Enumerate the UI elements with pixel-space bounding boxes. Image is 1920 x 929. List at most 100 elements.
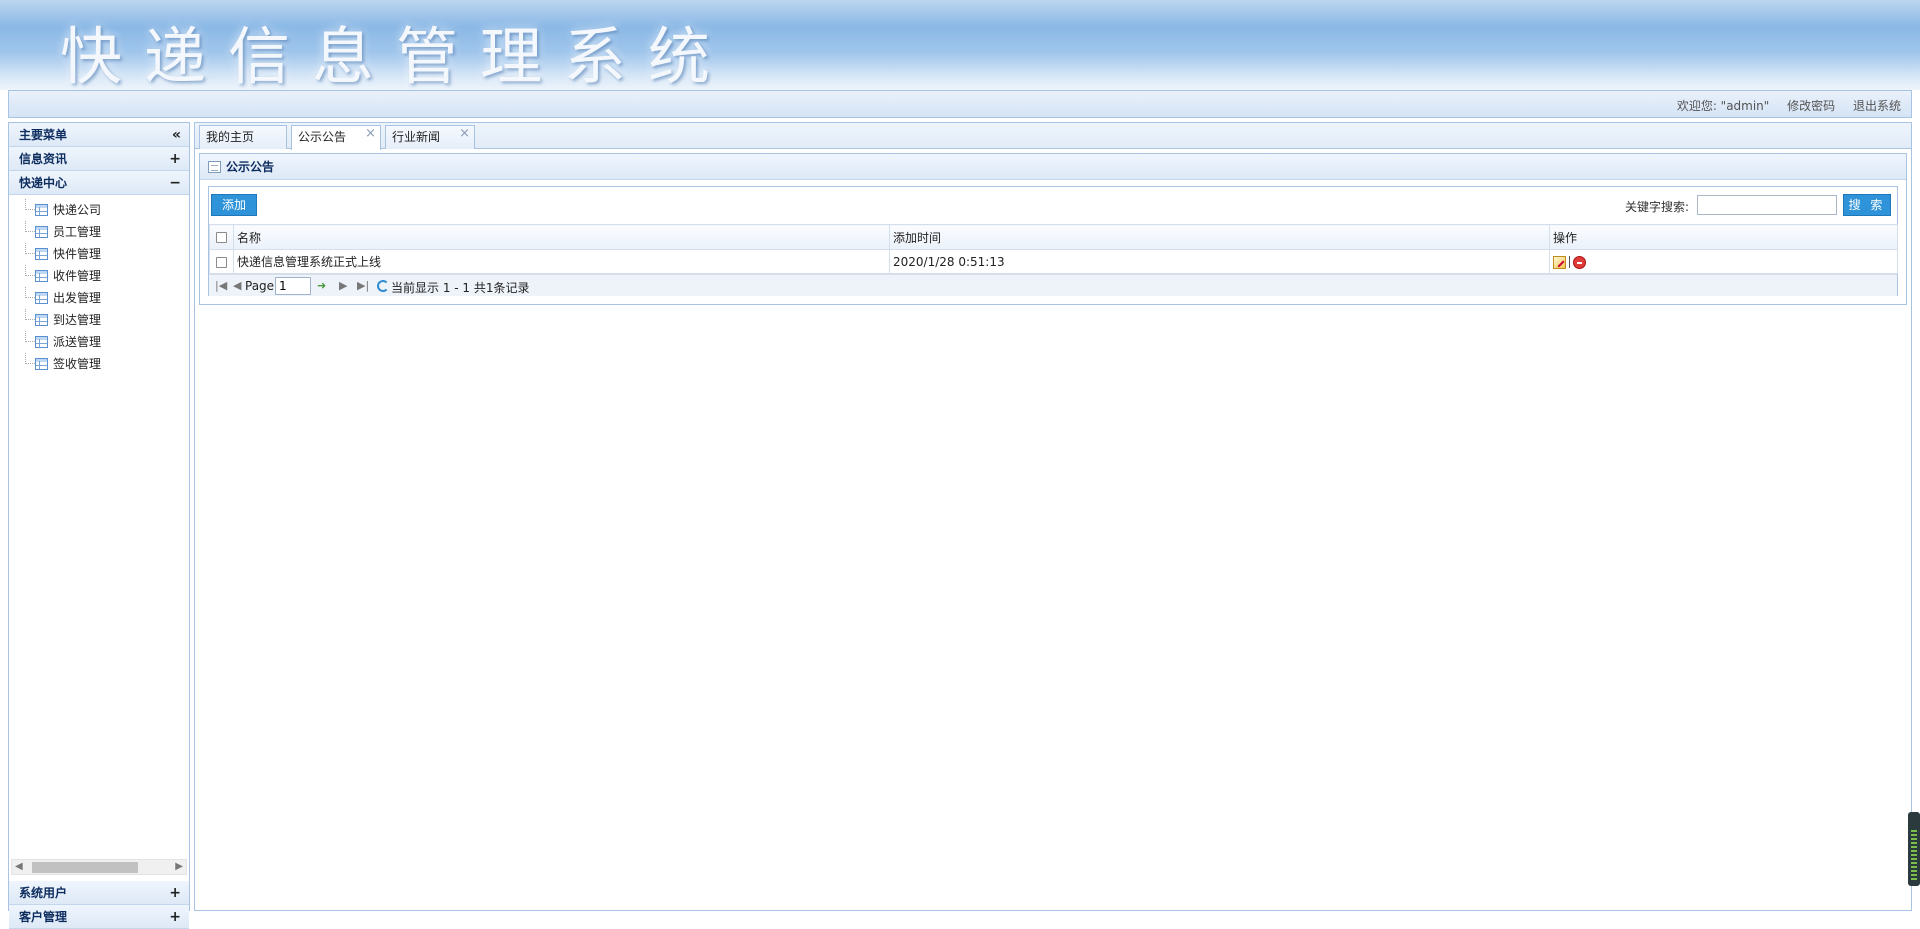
- column-header-actions: 操作: [1549, 224, 1898, 250]
- grid-icon: [35, 314, 48, 326]
- scroll-right-icon[interactable]: ▶: [175, 861, 183, 872]
- expand-icon[interactable]: +: [169, 881, 181, 905]
- menu-title-label: 主要菜单: [19, 128, 68, 142]
- tree-item-label: 出发管理: [53, 291, 102, 305]
- horizontal-scrollbar[interactable]: ◀ ▶: [11, 859, 187, 875]
- page-number-input[interactable]: [275, 277, 311, 295]
- grid-icon: [35, 336, 48, 348]
- main-content: 我的主页 公示公告 × 行业新闻 × 公示公告 添加 关键字搜索: 搜 索 名称…: [194, 122, 1912, 911]
- refresh-icon[interactable]: [377, 280, 389, 292]
- expand-icon[interactable]: +: [169, 905, 181, 929]
- table-header-row: 名称 添加时间 操作: [209, 224, 1898, 250]
- close-icon[interactable]: ×: [459, 123, 470, 145]
- tree-item-receive[interactable]: 收件管理: [19, 265, 189, 287]
- grid-icon: [35, 248, 48, 260]
- tab-label: 行业新闻: [392, 130, 441, 144]
- page-label: Page: [245, 279, 275, 293]
- select-all-checkbox[interactable]: [216, 232, 227, 243]
- go-page-icon[interactable]: ➜: [317, 279, 326, 292]
- tree-item-label: 签收管理: [53, 357, 102, 371]
- tree-item-departure[interactable]: 出发管理: [19, 287, 189, 309]
- grid-icon: [35, 358, 48, 370]
- top-info-bar: 欢迎您: "admin" 修改密码 退出系统: [8, 90, 1912, 118]
- section-info-news[interactable]: 信息资讯 +: [9, 147, 189, 171]
- pagination-bar: |◀ ◀ Page ➜ ▶ ▶| 当前显示 1 - 1 共1条记录: [209, 274, 1897, 296]
- tab-label: 公示公告: [298, 130, 347, 144]
- announcement-table: 名称 添加时间 操作 快递信息管理系统正式上线 2020/1/28 0:51:1…: [209, 224, 1898, 274]
- section-label: 系统用户: [19, 886, 68, 900]
- edit-icon[interactable]: [1553, 255, 1566, 269]
- delete-icon[interactable]: [1573, 255, 1586, 269]
- collapse-icon[interactable]: −: [169, 171, 181, 195]
- search-button[interactable]: 搜 索: [1843, 194, 1891, 216]
- section-express-center[interactable]: 快递中心 −: [9, 171, 189, 195]
- section-label: 快递中心: [19, 176, 68, 190]
- last-page-icon[interactable]: ▶|: [357, 279, 369, 292]
- scroll-left-icon[interactable]: ◀: [15, 861, 23, 872]
- grid-icon: [35, 270, 48, 282]
- section-customers[interactable]: 客户管理 +: [9, 905, 189, 929]
- left-menu: 主要菜单 « 信息资讯 + 快递中心 − 快递公司 员工管理 快件管理 收件管理…: [8, 122, 190, 929]
- panel-title: 公示公告: [226, 160, 275, 174]
- tab-bar: 我的主页 公示公告 × 行业新闻 ×: [195, 123, 1911, 150]
- next-page-icon[interactable]: ▶: [339, 279, 347, 292]
- tab-home[interactable]: 我的主页: [199, 125, 287, 149]
- table-row[interactable]: 快递信息管理系统正式上线 2020/1/28 0:51:13: [209, 249, 1898, 274]
- column-header-time[interactable]: 添加时间: [889, 224, 1550, 250]
- tree-item-label: 员工管理: [53, 225, 102, 239]
- tree-item-label: 到达管理: [53, 313, 102, 327]
- tree-item-label: 快递公司: [53, 203, 102, 217]
- collapse-menu-icon[interactable]: «: [172, 123, 181, 147]
- grid-toolbar: 添加 关键字搜索: 搜 索: [209, 187, 1897, 223]
- section-label: 信息资讯: [19, 152, 68, 166]
- volume-level: [1911, 830, 1917, 882]
- welcome-text: 欢迎您: "admin": [1676, 99, 1770, 113]
- menu-title: 主要菜单 «: [9, 123, 189, 147]
- row-checkbox[interactable]: [216, 256, 227, 268]
- tree-item-parcel[interactable]: 快件管理: [19, 243, 189, 265]
- grid-icon: [35, 226, 48, 238]
- page-summary: 当前显示 1 - 1 共1条记录: [391, 281, 530, 295]
- change-password-link[interactable]: 修改密码: [1787, 99, 1835, 113]
- tree-item-label: 派送管理: [53, 335, 102, 349]
- action-separator: [1569, 256, 1570, 268]
- tree-item-label: 收件管理: [53, 269, 102, 283]
- section-system-users[interactable]: 系统用户 +: [9, 881, 189, 905]
- tree-item-arrival[interactable]: 到达管理: [19, 309, 189, 331]
- search-input[interactable]: [1697, 195, 1837, 215]
- tree-item-staff[interactable]: 员工管理: [19, 221, 189, 243]
- tab-industry-news[interactable]: 行业新闻 ×: [385, 125, 475, 149]
- scrollbar-thumb[interactable]: [32, 862, 138, 873]
- select-all-cell: [209, 224, 234, 250]
- express-center-tree: 快递公司 员工管理 快件管理 收件管理 出发管理 到达管理 派送管理 签收管理 …: [9, 195, 189, 881]
- search-label: 关键字搜索:: [1624, 200, 1689, 214]
- row-select-cell: [209, 249, 234, 274]
- app-title: 快递信息管理系统: [60, 20, 733, 90]
- first-page-icon[interactable]: |◀: [215, 279, 227, 292]
- data-grid: 添加 关键字搜索: 搜 索 名称 添加时间 操作 快递信息管理系统正式上线 20…: [208, 186, 1898, 296]
- close-icon[interactable]: ×: [365, 123, 376, 145]
- tree-item-express-company[interactable]: 快递公司: [19, 199, 189, 221]
- panel-header: 公示公告: [200, 154, 1906, 180]
- tab-label: 我的主页: [206, 130, 255, 144]
- tab-announcements[interactable]: 公示公告 ×: [291, 125, 381, 150]
- row-actions: [1549, 249, 1898, 274]
- tree-item-label: 快件管理: [53, 247, 102, 261]
- header-banner: 快递信息管理系统: [0, 0, 1920, 90]
- announcement-panel: 公示公告 添加 关键字搜索: 搜 索 名称 添加时间 操作 快递信息管理系统正式…: [199, 153, 1907, 305]
- section-label: 客户管理: [19, 910, 68, 924]
- row-name: 快递信息管理系统正式上线: [233, 249, 890, 274]
- volume-meter-widget: [1908, 812, 1920, 886]
- panel-icon: [208, 161, 221, 173]
- row-time: 2020/1/28 0:51:13: [889, 249, 1550, 274]
- expand-icon[interactable]: +: [169, 147, 181, 171]
- tree-item-sign[interactable]: 签收管理: [19, 353, 189, 375]
- grid-icon: [35, 204, 48, 216]
- add-button[interactable]: 添加: [211, 194, 257, 216]
- prev-page-icon[interactable]: ◀: [233, 279, 241, 292]
- logout-link[interactable]: 退出系统: [1853, 99, 1901, 113]
- user-info: 欢迎您: "admin" 修改密码 退出系统: [1663, 97, 1901, 114]
- column-header-name[interactable]: 名称: [233, 224, 890, 250]
- tree-item-delivery[interactable]: 派送管理: [19, 331, 189, 353]
- grid-icon: [35, 292, 48, 304]
